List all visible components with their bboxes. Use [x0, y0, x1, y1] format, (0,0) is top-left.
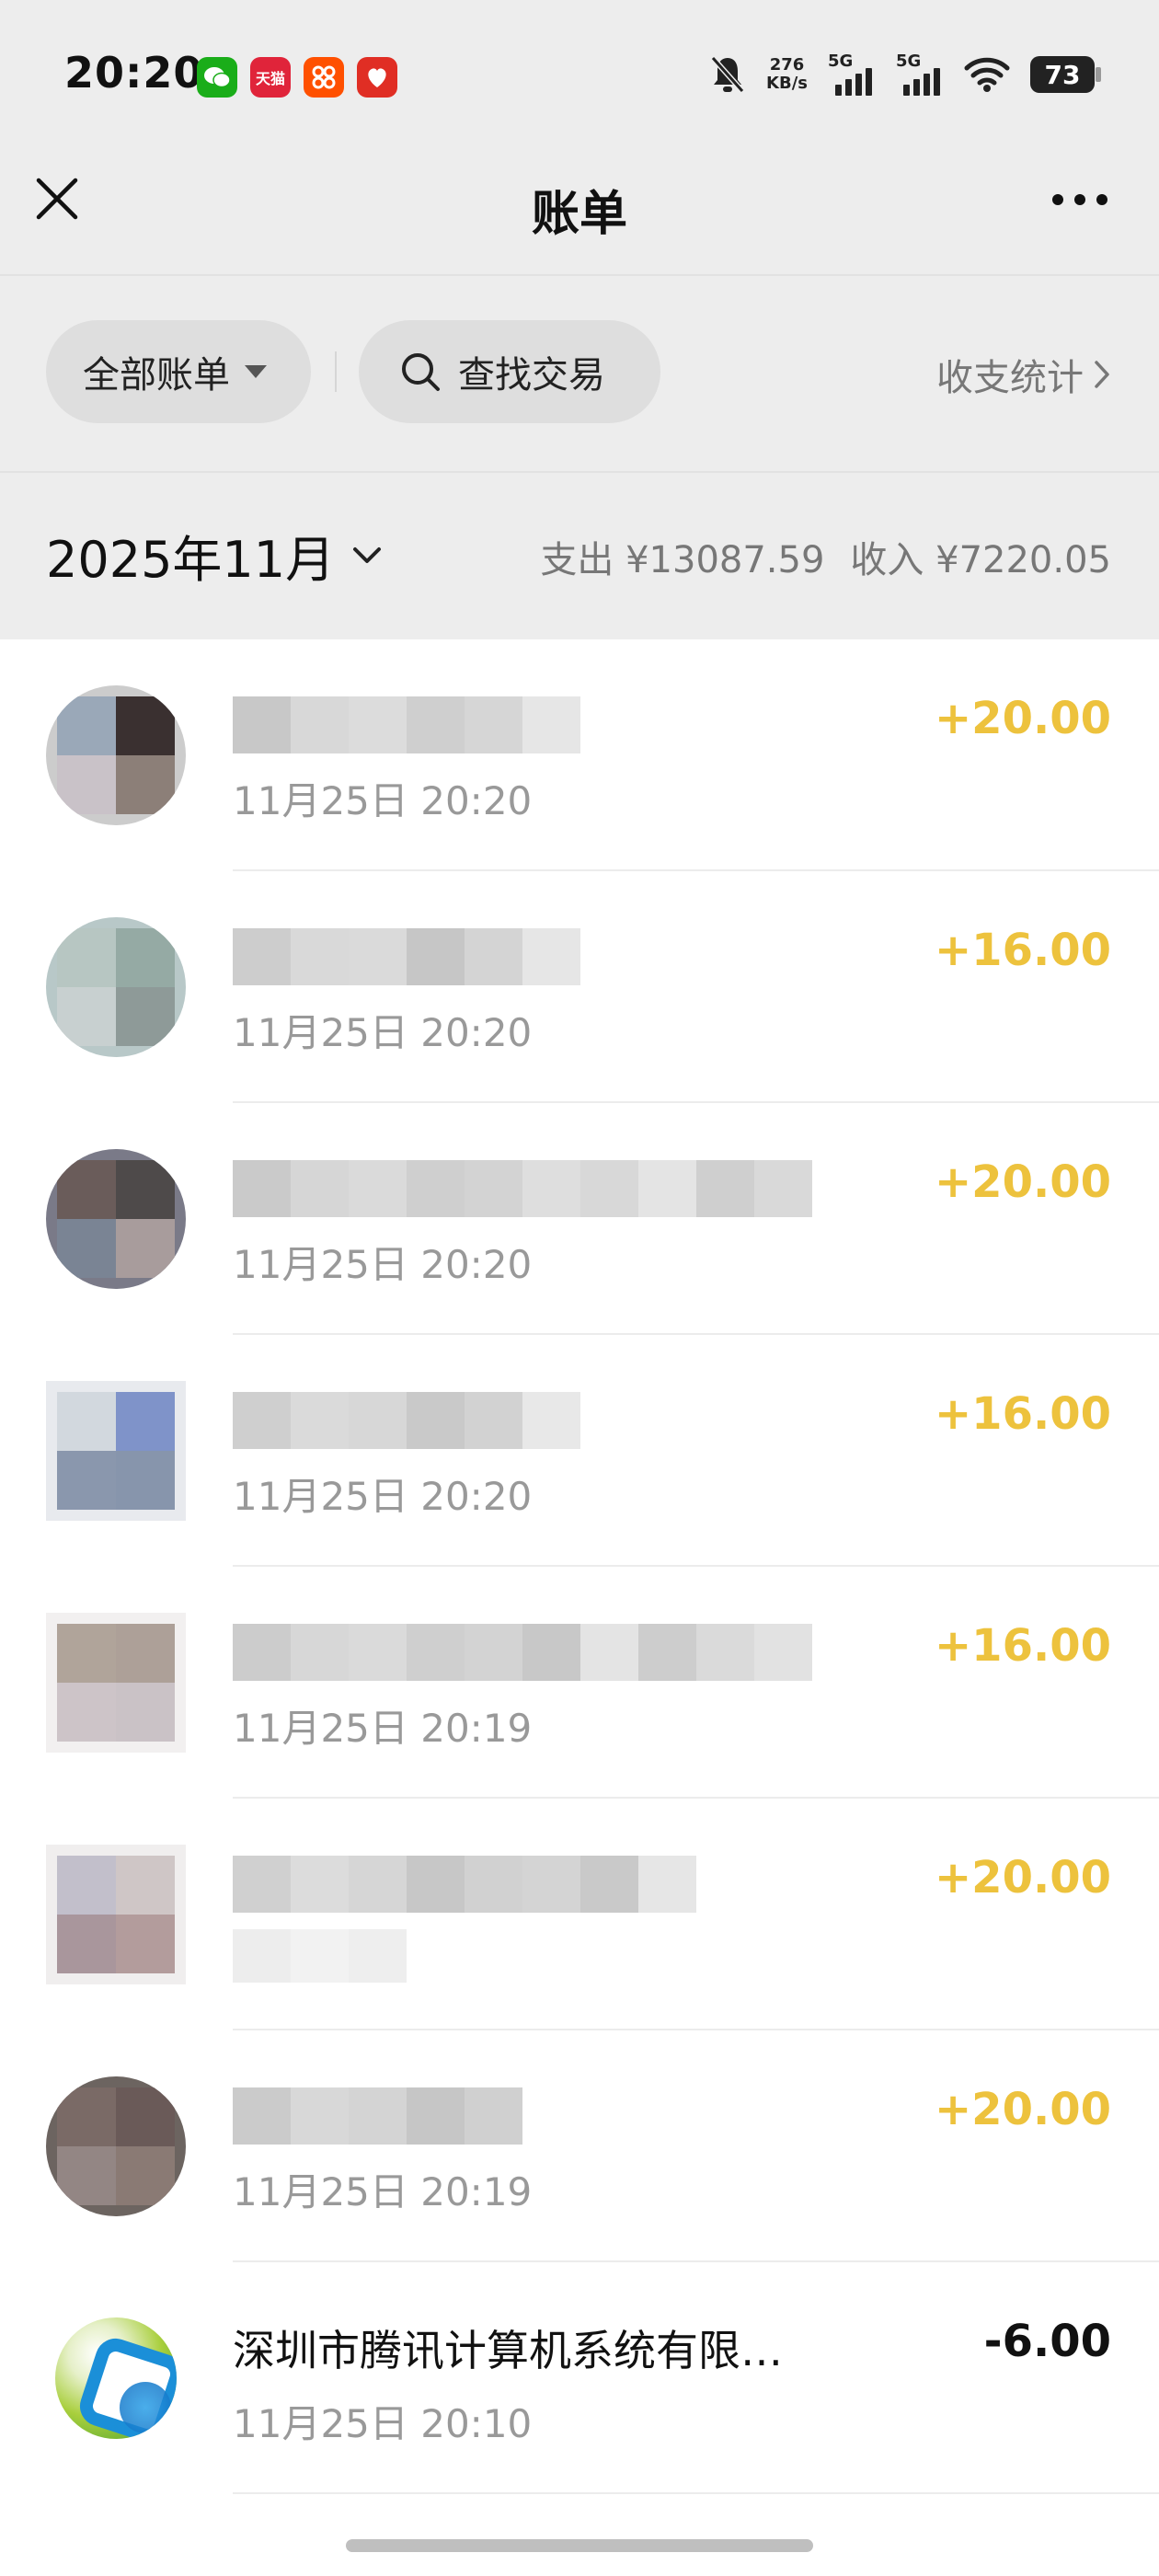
wifi-icon — [964, 57, 1010, 92]
month-expense-total: 支出 ¥13087.59 — [540, 539, 825, 581]
month-income-total: 收入 ¥7220.05 — [850, 539, 1111, 581]
month-summary-row: 2025年11月 支出 ¥13087.59 收入 ¥7220.05 — [0, 475, 1159, 638]
transaction-time: 11月25日 20:10 — [233, 2401, 533, 2446]
month-totals: 支出 ¥13087.59 收入 ¥7220.05 — [540, 530, 1111, 583]
transaction-amount: +20.00 — [934, 693, 1111, 744]
transaction-row[interactable]: 11月25日 20:20 +20.00 — [0, 639, 1159, 871]
wechat-icon — [197, 57, 237, 98]
transaction-row[interactable]: 11月25日 20:20 +16.00 — [0, 1335, 1159, 1567]
status-bar: 20:20 天猫 276 KB/s 5G 5G 73 — [0, 0, 1159, 156]
tmall-icon: 天猫 — [250, 57, 291, 98]
redacted-name — [233, 928, 580, 985]
search-icon — [402, 353, 440, 391]
battery-level: 73 — [1044, 59, 1081, 90]
transaction-amount: +16.00 — [934, 1388, 1111, 1440]
income-expense-stats-link[interactable]: 收支统计 — [936, 348, 1111, 401]
transaction-amount: +20.00 — [934, 1156, 1111, 1208]
home-indicator[interactable] — [346, 2539, 813, 2552]
redacted-name — [233, 1624, 812, 1681]
transaction-amount: +16.00 — [934, 925, 1111, 976]
taobao-icon — [304, 57, 344, 98]
nav-bar: 账单 — [0, 156, 1159, 276]
signal-strength-2-icon: 5G — [896, 52, 944, 96]
transaction-row[interactable]: 11月25日 20:20 +20.00 — [0, 1103, 1159, 1335]
tmall-icon-label: 天猫 — [255, 70, 285, 87]
search-transactions-button[interactable]: 查找交易 — [359, 320, 660, 423]
status-indicators: 276 KB/s 5G 5G 73 — [709, 52, 1101, 96]
network-speed-unit: KB/s — [766, 74, 808, 93]
notification-app-icons: 天猫 — [197, 57, 397, 98]
month-picker[interactable]: 2025年11月 — [46, 519, 383, 592]
month-label: 2025年11月 — [46, 531, 336, 589]
pinduoduo-icon — [357, 57, 397, 98]
status-time: 20:20 — [64, 48, 204, 98]
transaction-amount: +20.00 — [934, 1852, 1111, 1903]
avatar — [46, 917, 186, 1057]
network-speed-value: 276 — [769, 55, 805, 75]
filter-divider — [335, 351, 337, 392]
battery-icon: 73 — [1030, 56, 1101, 93]
transaction-row[interactable]: 11月25日 20:20 +16.00 — [0, 871, 1159, 1103]
transaction-time: 11月25日 20:20 — [233, 1010, 533, 1055]
avatar — [46, 1149, 186, 1289]
all-bills-filter-button[interactable]: 全部账单 — [46, 320, 311, 423]
mute-bell-icon — [710, 56, 745, 93]
chevron-right-icon — [1095, 361, 1109, 388]
filter-row: 全部账单 查找交易 收支统计 — [0, 276, 1159, 473]
transaction-amount: +16.00 — [934, 1620, 1111, 1672]
transaction-row[interactable]: 深圳市腾讯计算机系统有限… 11月25日 20:10 -6.00 — [0, 2262, 1159, 2494]
stats-label: 收支统计 — [936, 357, 1084, 399]
avatar — [46, 1845, 186, 1984]
transaction-amount: +20.00 — [934, 2084, 1111, 2135]
transaction-row[interactable]: 11月25日 20:19 +20.00 — [0, 2030, 1159, 2262]
avatar — [46, 1613, 186, 1753]
avatar — [46, 1381, 186, 1521]
tenpay-logo-icon — [55, 2317, 177, 2439]
transaction-time: 11月25日 20:20 — [233, 778, 533, 823]
all-bills-label: 全部账单 — [83, 354, 230, 397]
redacted-name — [233, 1160, 812, 1217]
redacted-time — [233, 1929, 407, 1983]
transaction-time: 11月25日 20:20 — [233, 1474, 533, 1519]
avatar — [46, 2076, 186, 2216]
transaction-row[interactable]: +20.00 — [0, 1799, 1159, 2030]
transaction-time: 11月25日 20:19 — [233, 1706, 533, 1751]
avatar — [46, 685, 186, 825]
redacted-name — [233, 1856, 696, 1913]
transaction-title: 深圳市腾讯计算机系统有限… — [233, 2326, 783, 2375]
network-speed: 276 KB/s — [766, 56, 808, 93]
transaction-row[interactable]: 11月25日 20:19 +16.00 — [0, 1567, 1159, 1799]
redacted-name — [233, 1392, 580, 1449]
transaction-time: 11月25日 20:19 — [233, 2169, 533, 2214]
chevron-down-icon — [353, 546, 382, 563]
more-options-icon[interactable] — [1047, 178, 1113, 221]
transaction-time: 11月25日 20:20 — [233, 1242, 533, 1287]
redacted-name — [233, 696, 580, 753]
redacted-name — [233, 2087, 522, 2145]
signal-strength-1-icon: 5G — [828, 52, 876, 96]
search-label: 查找交易 — [458, 354, 605, 397]
page-title: 账单 — [531, 187, 627, 242]
transaction-amount: -6.00 — [983, 2316, 1111, 2367]
header-area: 20:20 天猫 276 KB/s 5G 5G 73 账单 全部账单 查找交易 … — [0, 0, 1159, 639]
transaction-list: 11月25日 20:20 +20.00 11月25日 20:20 +16.00 … — [0, 639, 1159, 2494]
dropdown-triangle-icon — [245, 365, 267, 378]
